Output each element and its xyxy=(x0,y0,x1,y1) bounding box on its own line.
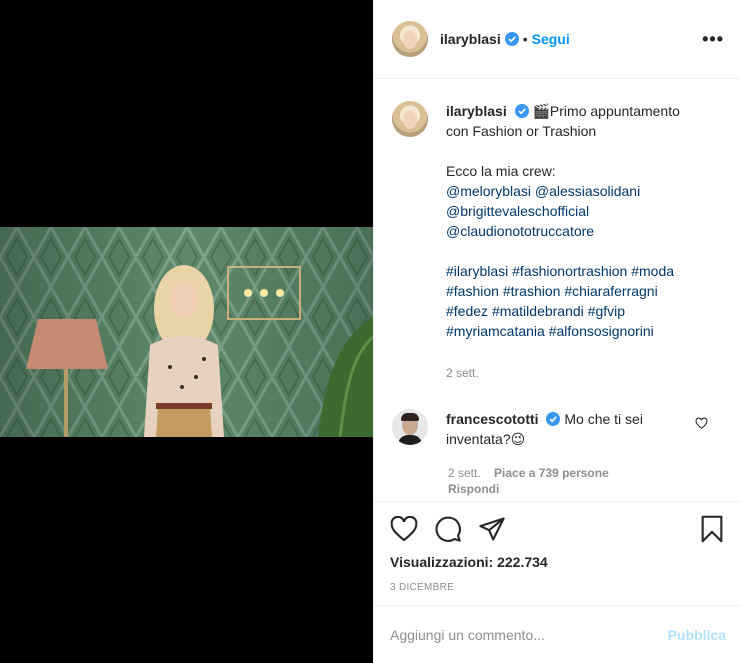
post-actions: Visualizzazioni: 222.734 3 DICEMBRE xyxy=(374,501,740,605)
post-panel: ilaryblasi • Segui ••• ilaryblasi 🎬Primo… xyxy=(373,0,740,663)
caption-text: ilaryblasi 🎬Primo appuntamento con Fashi… xyxy=(446,101,706,383)
caption-timestamp[interactable]: 2 sett. xyxy=(446,363,706,383)
like-heart-icon[interactable] xyxy=(390,516,418,542)
like-comment-heart-icon[interactable] xyxy=(695,417,708,435)
caption: ilaryblasi 🎬Primo appuntamento con Fashi… xyxy=(392,101,724,383)
caption-username[interactable]: ilaryblasi xyxy=(446,103,507,119)
mention-link[interactable]: @alessiasolidani xyxy=(535,183,640,199)
mention-link[interactable]: @meloryblasi xyxy=(446,183,531,199)
post-date[interactable]: 3 DICEMBRE xyxy=(390,582,724,593)
follow-button[interactable]: Segui xyxy=(532,31,570,47)
hashtag-link[interactable]: #ilaryblasi xyxy=(446,263,508,279)
hashtag-link[interactable]: #myriamcatania xyxy=(446,323,545,339)
video-still xyxy=(0,227,373,437)
comment-timestamp[interactable]: 2 sett. xyxy=(448,466,481,480)
share-paper-plane-icon[interactable] xyxy=(478,516,506,542)
publish-button[interactable]: Pubblica xyxy=(668,627,726,643)
comment-bubble-icon[interactable] xyxy=(434,515,462,543)
post-author-username[interactable]: ilaryblasi xyxy=(440,31,501,47)
comment-input[interactable] xyxy=(390,626,668,643)
mention-link[interactable]: @brigittevaleschofficial xyxy=(446,203,589,219)
commenter-username[interactable]: francescototti xyxy=(446,411,539,427)
comments-section: ilaryblasi 🎬Primo appuntamento con Fashi… xyxy=(374,79,740,501)
hashtag-link[interactable]: #fedez xyxy=(446,303,488,319)
hashtag-link[interactable]: #moda xyxy=(631,263,674,279)
comment-likes[interactable]: Piace a 739 persone xyxy=(494,466,609,480)
reply-button[interactable]: Rispondi xyxy=(448,482,499,496)
post-media xyxy=(0,0,373,663)
action-bar xyxy=(390,514,724,544)
views-count[interactable]: Visualizzazioni: 222.734 xyxy=(390,554,724,570)
commenter-avatar[interactable] xyxy=(392,409,428,445)
hashtag-link[interactable]: #gfvip xyxy=(588,303,625,319)
caption-avatar[interactable] xyxy=(392,101,428,137)
add-comment-bar: Pubblica xyxy=(374,605,740,663)
hashtag-link[interactable]: #fashion xyxy=(446,283,499,299)
wink-emoji: 😉 xyxy=(510,431,526,447)
more-options-icon[interactable]: ••• xyxy=(702,29,724,50)
comment-meta: 2 sett. Piace a 739 persone Rispondi xyxy=(448,465,724,497)
video-frame[interactable] xyxy=(0,227,373,437)
crew-intro: Ecco la mia crew: xyxy=(446,163,556,179)
hashtag-link[interactable]: #alfonsosignorini xyxy=(549,323,654,339)
clapper-emoji: 🎬 xyxy=(532,103,550,119)
mention-link[interactable]: @claudionototruccatore xyxy=(446,223,594,239)
verified-badge-icon xyxy=(504,32,519,46)
hashtag-link[interactable]: #trashion xyxy=(503,283,561,299)
hashtag-link[interactable]: #matildebrandi xyxy=(492,303,584,319)
comment-text: francescototti Mo che ti sei inventata?😉 xyxy=(446,409,696,449)
verified-badge-icon xyxy=(546,412,561,426)
comment-item: francescototti Mo che ti sei inventata?😉… xyxy=(392,409,724,497)
post-header: ilaryblasi • Segui ••• xyxy=(374,0,740,79)
verified-badge-icon xyxy=(514,104,529,118)
separator-dot: • xyxy=(522,31,528,47)
hashtag-link[interactable]: #fashionortrashion xyxy=(512,263,627,279)
save-bookmark-icon[interactable] xyxy=(700,515,724,543)
avatar[interactable] xyxy=(392,21,428,57)
hashtag-link[interactable]: #chiaraferragni xyxy=(564,283,657,299)
